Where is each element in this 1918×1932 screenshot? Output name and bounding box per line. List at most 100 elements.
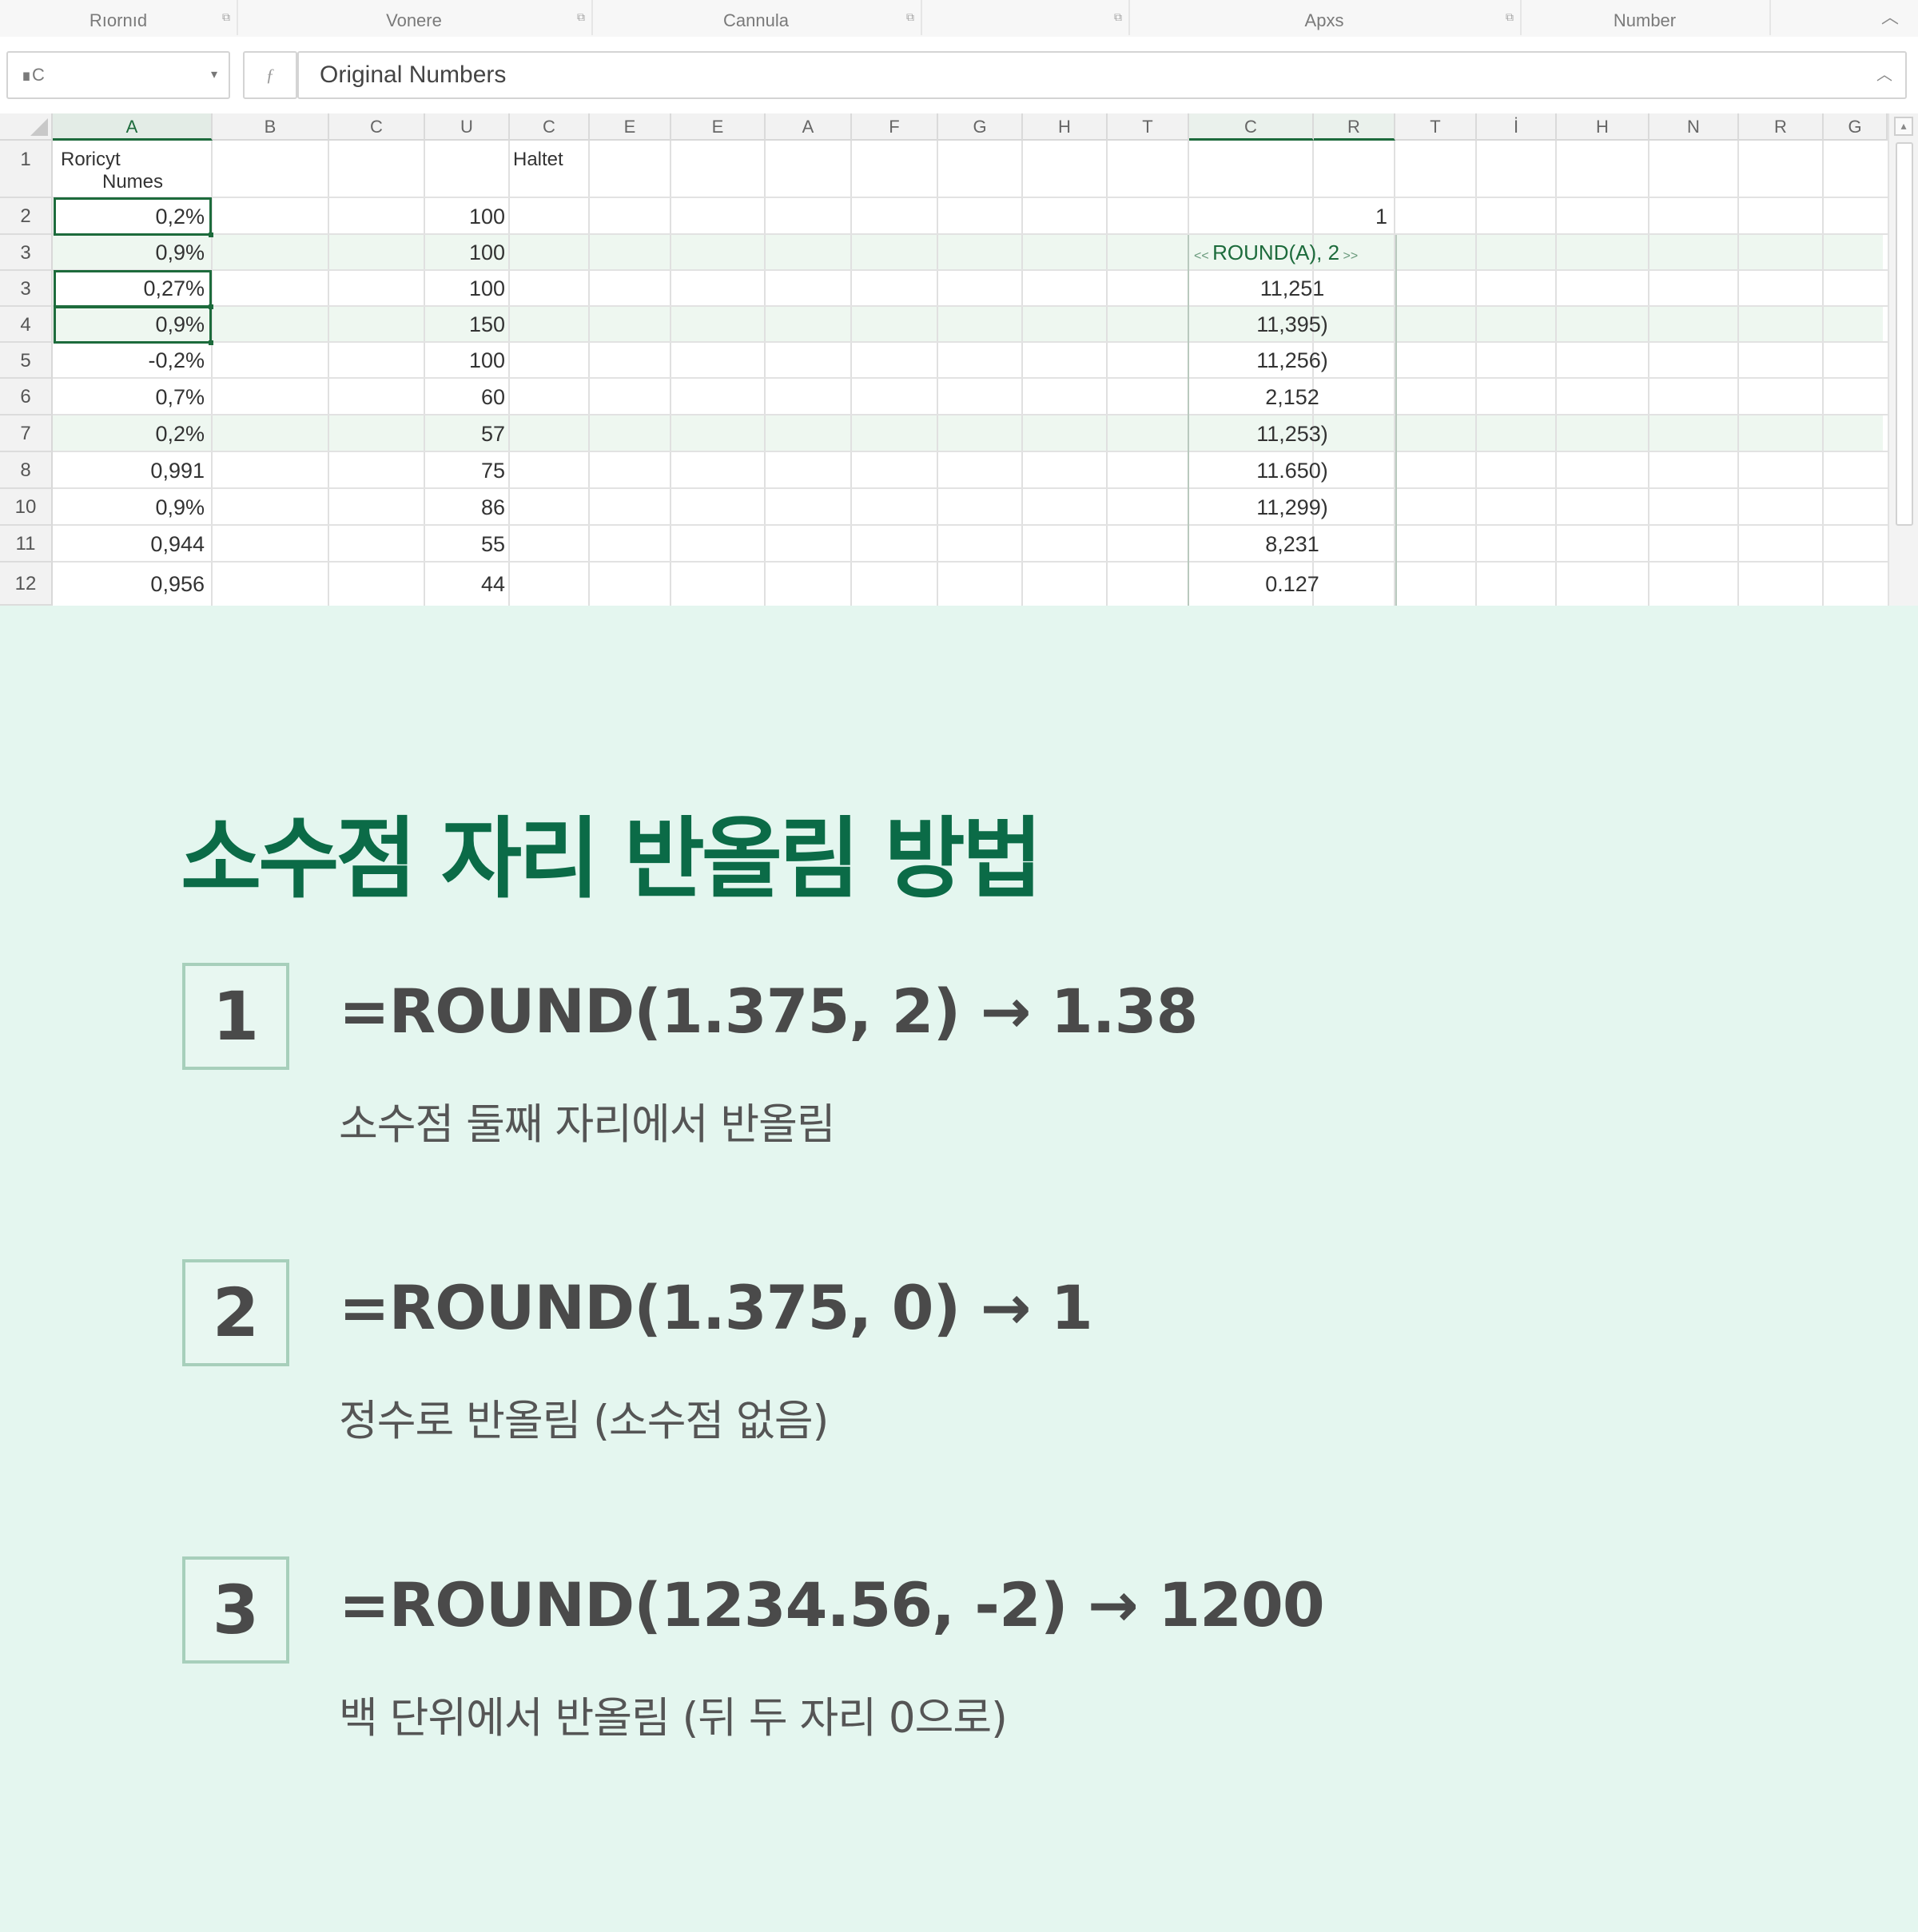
column-header[interactable]: A [766,113,852,141]
table-cell-percent: 0,7% [155,385,205,409]
column-header[interactable]: R [1314,113,1395,141]
selected-cell-outline [54,270,213,309]
table-cell-result: 11.650) [1256,459,1328,483]
dialog-launcher-icon[interactable]: ⧉ [1114,11,1122,24]
table-cell-result: 11,251 [1259,276,1325,300]
row-header[interactable]: 3 [0,271,53,307]
gridline-horizontal [53,524,1888,526]
gridline-vertical [670,141,671,606]
vertical-scrollbar[interactable]: ▴ [1888,113,1918,606]
spreadsheet-screenshot: Rıornıd ⧉ Vonere ⧉ Cannula ⧉ ⧉ Apxs ⧉ Number ︿ ∎C… [0,0,1918,606]
formula-label: << ROUND(A), 2 >> [1194,235,1394,271]
dialog-launcher-icon[interactable]: ⧉ [222,11,230,24]
column-header[interactable]: T [1108,113,1189,141]
table-cell-value: 150 [468,312,505,336]
column-header[interactable]: R [1739,113,1824,141]
column-header[interactable]: C [510,113,590,141]
column-header[interactable]: C [329,113,425,141]
cell-e1-label: Haltet [513,149,563,170]
gridline-vertical [850,141,852,606]
gridline-horizontal [53,487,1888,489]
gridline-vertical [1475,141,1477,606]
selected-cell-outline [54,306,213,345]
ribbon-group[interactable]: Cannula ⧉ [591,0,922,35]
dialog-launcher-icon[interactable]: ⧉ [1506,11,1514,24]
table-cell-value: 55 [480,532,505,556]
chevron-up-icon[interactable]: ︿ [1880,8,1900,29]
cell-a1-label: Roricyt Numes [61,141,205,198]
row-header[interactable]: 5 [0,343,53,379]
expand-formula-bar-icon[interactable]: ︿ [1876,53,1892,96]
table-cell-result: 11,299) [1256,495,1328,519]
table-cell-value: 60 [480,385,505,409]
column-header[interactable]: H [1023,113,1108,141]
table-cell-value: 44 [480,572,505,596]
row-header[interactable]: 1 [0,141,53,198]
column-header[interactable]: H [1557,113,1649,141]
column-header[interactable]: T [1395,113,1477,141]
scroll-thumb[interactable] [1896,142,1913,526]
column-header[interactable]: U [425,113,510,141]
worksheet-grid[interactable]: ABCUCEEAFGHTCRTİHNRG 1 2 3 3 4 5 6 7 8 10 11 12 Ror… [0,113,1918,606]
column-header[interactable]: G [938,113,1023,141]
gridline-vertical [1021,141,1023,606]
step-description: 정수로 반올림 (소수점 없음) [339,1397,829,1445]
row-header[interactable]: 2 [0,198,53,235]
step-number-badge: 3 [182,1556,289,1664]
column-header[interactable]: A [53,113,213,141]
cell-marker: 1 [1375,205,1387,229]
row-header[interactable]: 8 [0,452,53,489]
cell-a1-line2: Numes [102,171,164,193]
table-cell-percent: 0,991 [150,459,205,483]
row-header[interactable]: 3 [0,235,53,271]
scroll-up-icon[interactable]: ▴ [1894,117,1913,136]
ribbon-group[interactable]: Apxs ⧉ [1128,0,1522,35]
ribbon-group-label: Cannula [723,10,789,30]
formula-text: Original Numbers [320,62,507,88]
gridline-vertical [1822,141,1824,606]
dialog-launcher-icon[interactable]: ⧉ [906,11,914,24]
ribbon-group[interactable]: Rıornıd ⧉ [0,0,238,35]
ribbon-group[interactable]: Vonere ⧉ [237,0,593,35]
ribbon-group[interactable]: Number [1520,0,1771,35]
table-cell-result: 11,253) [1256,422,1328,446]
column-header[interactable]: E [671,113,766,141]
row-header[interactable]: 7 [0,415,53,452]
formula-input[interactable]: Original Numbers ︿ [297,51,1907,99]
formula-bar: ∎C ▾ ƒ Original Numbers ︿ [0,37,1918,115]
dialog-launcher-icon[interactable]: ⧉ [577,11,585,24]
name-box[interactable]: ∎C ▾ [6,51,230,99]
gridline-horizontal [53,269,1888,271]
column-header[interactable]: N [1649,113,1739,141]
row-header[interactable]: 10 [0,489,53,526]
gridline-vertical [588,141,590,606]
gridline-horizontal [53,414,1888,415]
row-header[interactable]: 4 [0,307,53,343]
row-header[interactable]: 6 [0,379,53,415]
gridline-vertical [764,141,766,606]
column-header[interactable]: B [213,113,329,141]
table-cell-value: 100 [468,276,505,300]
table-cell-result: 11,256) [1256,348,1328,372]
row-header[interactable]: 12 [0,563,53,606]
gridline-vertical [328,141,329,606]
row-header[interactable]: 11 [0,526,53,563]
table-cell-result: 11,395) [1256,312,1328,336]
fx-icon[interactable]: ƒ [243,51,297,99]
table-cell-percent: 0,2% [155,422,205,446]
table-cell-value: 57 [480,422,505,446]
table-cell-value: 100 [468,241,505,264]
column-header[interactable]: G [1824,113,1888,141]
dropdown-arrow-icon[interactable]: ▾ [211,53,217,96]
column-header[interactable]: E [590,113,671,141]
step-formula: =ROUND(1234.56, -2) → 1200 [339,1569,1325,1640]
gridline-vertical [937,141,938,606]
gridline-horizontal [53,305,1888,307]
table-cell-result: 8,231 [1265,532,1319,556]
column-header[interactable]: C [1189,113,1314,141]
select-all-corner[interactable] [0,113,53,141]
ribbon-group[interactable]: ⧉ [921,0,1130,35]
ribbon-group-label: Number [1613,10,1677,30]
column-header[interactable]: F [852,113,938,141]
column-header[interactable]: İ [1477,113,1557,141]
